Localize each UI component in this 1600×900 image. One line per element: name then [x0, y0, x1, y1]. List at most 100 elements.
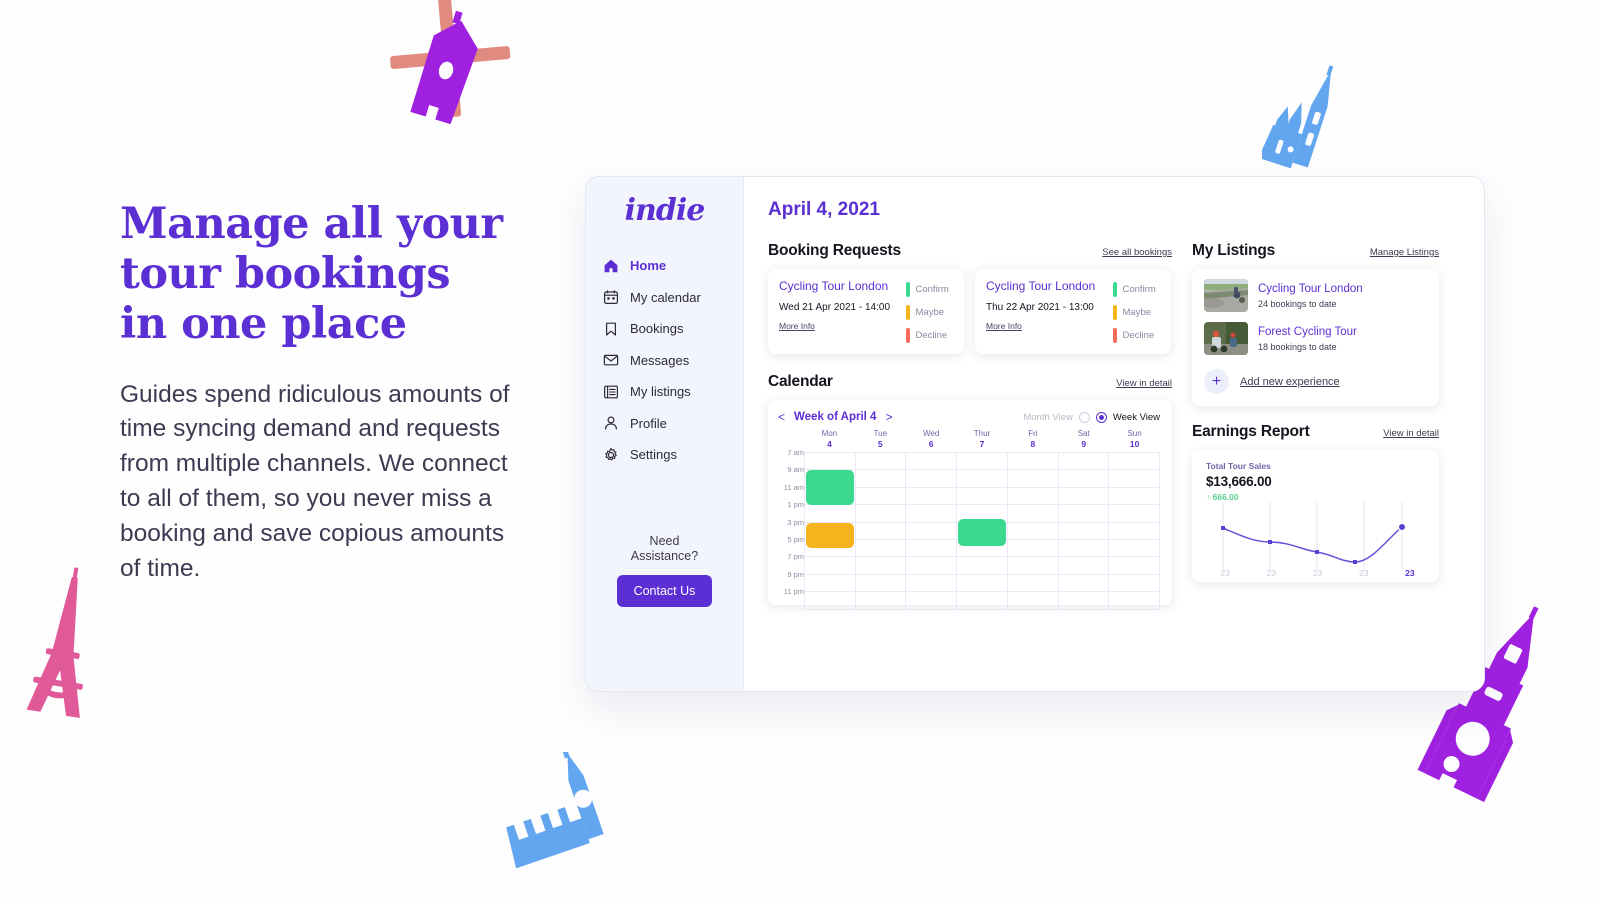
- calendar-cell[interactable]: [1007, 522, 1059, 540]
- decline-action[interactable]: Decline: [906, 324, 964, 347]
- calendar-cell[interactable]: [957, 557, 1008, 575]
- sidebar-item-messages[interactable]: Messages: [603, 345, 743, 377]
- booking-request-card[interactable]: Cycling Tour London Wed 21 Apr 2021 - 14…: [768, 269, 964, 354]
- month-view-radio[interactable]: [1078, 411, 1090, 423]
- calendar-cell[interactable]: [1109, 539, 1161, 558]
- calendar-cell[interactable]: [855, 557, 907, 575]
- calendar-day-header[interactable]: Wed 6: [906, 429, 957, 452]
- calendar-cell[interactable]: [1007, 470, 1059, 488]
- calendar-cell[interactable]: [1007, 487, 1059, 506]
- calendar-cell[interactable]: [906, 557, 958, 575]
- earnings-view-detail-link[interactable]: View in detail: [1383, 428, 1439, 439]
- next-week-button[interactable]: >: [885, 410, 892, 424]
- calendar-day-header[interactable]: Thur 7: [957, 429, 1008, 452]
- maybe-action[interactable]: Maybe: [1113, 301, 1171, 324]
- add-new-experience-button[interactable]: + Add new experience: [1204, 369, 1427, 394]
- calendar-cell[interactable]: [805, 574, 856, 593]
- calendar-cell[interactable]: [957, 470, 1008, 488]
- decline-action[interactable]: Decline: [1113, 324, 1171, 347]
- calendar-day-header[interactable]: Fri 8: [1007, 429, 1058, 452]
- week-view-radio[interactable]: [1095, 411, 1107, 423]
- booking-request-name[interactable]: Cycling Tour London: [986, 279, 1113, 293]
- calendar-cell[interactable]: [855, 453, 907, 471]
- see-all-bookings-link[interactable]: See all bookings: [1102, 247, 1172, 258]
- confirm-action[interactable]: Confirm: [906, 278, 964, 301]
- calendar-day-header[interactable]: Sat 9: [1058, 429, 1109, 452]
- calendar-cell[interactable]: [1109, 487, 1161, 506]
- calendar-day-header[interactable]: Tue 5: [855, 429, 906, 452]
- calendar-cell[interactable]: [1058, 557, 1110, 575]
- calendar-event[interactable]: [958, 519, 1006, 546]
- calendar-cell[interactable]: [906, 539, 958, 558]
- sidebar-item-profile[interactable]: Profile: [603, 408, 743, 440]
- calendar-cell[interactable]: [1109, 522, 1161, 540]
- calendar-cell[interactable]: [1058, 574, 1110, 593]
- calendar-cell[interactable]: [1058, 539, 1110, 558]
- calendar-cell[interactable]: [1058, 453, 1110, 471]
- maybe-action[interactable]: Maybe: [906, 301, 964, 324]
- calendar-cell[interactable]: [855, 470, 907, 488]
- listing-item[interactable]: Cycling Tour London 24 bookings to date: [1204, 279, 1427, 312]
- more-info-link[interactable]: More Info: [986, 321, 1113, 331]
- calendar-cell[interactable]: [1058, 470, 1110, 488]
- sidebar-item-home[interactable]: Home: [603, 250, 743, 282]
- calendar-day-header[interactable]: Mon 4: [804, 429, 855, 452]
- calendar-cell[interactable]: [1007, 557, 1059, 575]
- confirm-action[interactable]: Confirm: [1113, 278, 1171, 301]
- calendar-cell[interactable]: [957, 592, 1008, 610]
- booking-request-card[interactable]: Cycling Tour London Thu 22 Apr 2021 - 13…: [975, 269, 1171, 354]
- calendar-cell[interactable]: [1109, 453, 1161, 471]
- calendar-cell[interactable]: [805, 592, 856, 610]
- sidebar-item-my-listings[interactable]: My listings: [603, 376, 743, 408]
- calendar-cell[interactable]: [1109, 470, 1161, 488]
- calendar-cell[interactable]: [1007, 453, 1059, 471]
- prev-week-button[interactable]: <: [778, 410, 785, 424]
- calendar-cell[interactable]: [906, 487, 958, 506]
- calendar-view-detail-link[interactable]: View in detail: [1116, 378, 1172, 389]
- calendar-cell[interactable]: [906, 592, 958, 610]
- calendar-cell[interactable]: [1007, 539, 1059, 558]
- calendar-cell[interactable]: [1109, 592, 1161, 610]
- calendar-cell[interactable]: [855, 574, 907, 593]
- calendar-cell[interactable]: [1058, 592, 1110, 610]
- calendar-cell[interactable]: [906, 470, 958, 488]
- calendar-cell[interactable]: [1109, 557, 1161, 575]
- calendar-cell[interactable]: [906, 574, 958, 593]
- calendar-cell[interactable]: [906, 522, 958, 540]
- calendar-cell[interactable]: [906, 453, 958, 471]
- calendar-cell[interactable]: [1007, 574, 1059, 593]
- calendar-cell[interactable]: [1007, 592, 1059, 610]
- manage-listings-link[interactable]: Manage Listings: [1370, 247, 1439, 258]
- calendar-event[interactable]: [806, 470, 854, 506]
- calendar-cell[interactable]: [805, 453, 856, 471]
- calendar-cell[interactable]: [855, 487, 907, 506]
- more-info-link[interactable]: More Info: [779, 321, 906, 331]
- calendar-cell[interactable]: [855, 522, 907, 540]
- booking-request-name[interactable]: Cycling Tour London: [779, 279, 906, 293]
- calendar-cell[interactable]: [906, 505, 958, 523]
- calendar-day-header[interactable]: Sun 10: [1109, 429, 1160, 452]
- calendar-cell[interactable]: [1058, 505, 1110, 523]
- calendar-cell[interactable]: [805, 557, 856, 575]
- contact-us-button[interactable]: Contact Us: [616, 575, 713, 607]
- calendar-cell[interactable]: [805, 505, 856, 523]
- sidebar-item-settings[interactable]: Settings: [603, 439, 743, 471]
- calendar-cell[interactable]: [855, 505, 907, 523]
- calendar-cell[interactable]: [1109, 505, 1161, 523]
- calendar-cell[interactable]: [1109, 574, 1161, 593]
- calendar-cell[interactable]: [957, 574, 1008, 593]
- calendar-cell[interactable]: [855, 539, 907, 558]
- calendar-cell[interactable]: [1058, 522, 1110, 540]
- calendar-cell[interactable]: [957, 453, 1008, 471]
- sidebar-item-bookings[interactable]: Bookings: [603, 313, 743, 345]
- app-logo[interactable]: indie: [586, 193, 743, 228]
- listing-name[interactable]: Cycling Tour London: [1258, 283, 1363, 295]
- calendar-cell[interactable]: [855, 592, 907, 610]
- listing-name[interactable]: Forest Cycling Tour: [1258, 326, 1357, 338]
- sidebar-item-my-calendar[interactable]: My calendar: [603, 282, 743, 314]
- calendar-cell[interactable]: [1007, 505, 1059, 523]
- listing-item[interactable]: Forest Cycling Tour 18 bookings to date: [1204, 322, 1427, 355]
- calendar-cell[interactable]: [957, 487, 1008, 506]
- calendar-cell[interactable]: [1058, 487, 1110, 506]
- calendar-event[interactable]: [806, 522, 854, 548]
